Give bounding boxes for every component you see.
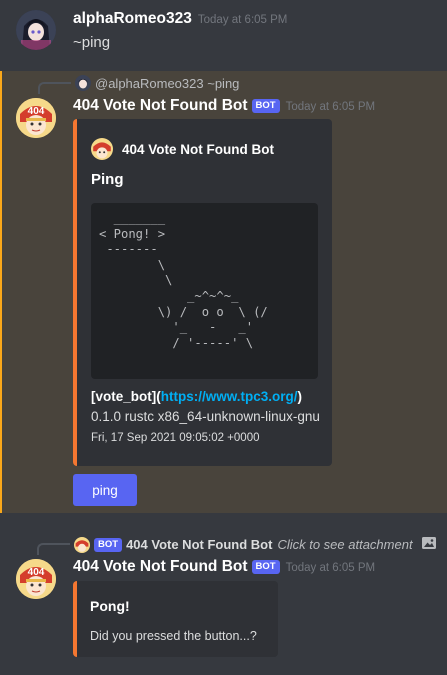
- embed-footer: Fri, 17 Sep 2021 09:05:02 +0000: [91, 432, 260, 444]
- embed-pong: Pong! Did you pressed the button...?: [73, 581, 278, 657]
- reply-author: @alphaRomeo323: [95, 75, 204, 91]
- ping-button[interactable]: ping: [73, 474, 137, 506]
- code-block: _______ < Pong! > ------- \ \ _~^~^~_ \)…: [91, 203, 318, 379]
- message-header: 404 Vote Not Found Bot BOT Today at 6:05 P…: [73, 558, 375, 576]
- username[interactable]: alphaRomeo323: [73, 10, 192, 27]
- reply-reference[interactable]: BOT 404 Vote Not Found Bot Click to see …: [74, 536, 437, 553]
- bot-badge: BOT: [251, 99, 280, 113]
- bot-avatar[interactable]: 404: [16, 559, 56, 599]
- embed-title: Ping: [91, 171, 124, 188]
- bot-badge: BOT: [251, 560, 280, 574]
- ascii-art: _______ < Pong! > ------- \ \ _~^~^~_ \)…: [99, 211, 268, 350]
- message-bot-pong: BOT 404 Vote Not Found Bot Click to see …: [0, 513, 447, 675]
- embed-description: Did you pressed the button...?: [90, 629, 257, 643]
- timestamp: Today at 6:05 PM: [285, 101, 376, 113]
- reply-text: Click to see attachment: [277, 537, 413, 552]
- embed-author-avatar: [91, 138, 113, 160]
- bot-badge: BOT: [94, 537, 123, 552]
- embed-ping: 404 Vote Not Found Bot Ping _______ < Po…: [73, 119, 332, 466]
- embed-link[interactable]: https://www.tpc3.org/: [161, 389, 298, 404]
- embed-author-name: 404 Vote Not Found Bot: [122, 141, 274, 157]
- user-avatar[interactable]: [16, 10, 56, 50]
- message-bot-ping: @alphaRomeo323 ~ping 404 404 Vote Not Fo…: [0, 71, 447, 513]
- reply-connector: [37, 543, 70, 555]
- username[interactable]: 404 Vote Not Found Bot: [73, 97, 248, 114]
- reply-text: ~ping: [207, 75, 240, 91]
- desc-prefix: [vote_bot](: [91, 389, 161, 404]
- reply-author: 404 Vote Not Found Bot: [126, 537, 273, 552]
- reply-reference[interactable]: @alphaRomeo323 ~ping: [75, 75, 239, 91]
- embed-description: [vote_bot](https://www.tpc3.org/) 0.1.0 …: [91, 387, 331, 427]
- embed-title: Pong!: [90, 598, 130, 614]
- message-header: 404 Vote Not Found Bot BOT Today at 6:05 P…: [73, 97, 375, 115]
- version-text: 0.1.0 rustc x86_64-unknown-linux-gnu: [91, 409, 320, 424]
- message-user: alphaRomeo323 Today at 6:05 PM ~ping: [0, 0, 447, 68]
- bot-avatar[interactable]: 404: [16, 98, 56, 138]
- image-icon: [421, 536, 437, 553]
- timestamp: Today at 6:05 PM: [197, 14, 288, 26]
- embed-author: 404 Vote Not Found Bot: [91, 138, 274, 160]
- reply-avatar: [74, 536, 90, 553]
- message-header: alphaRomeo323 Today at 6:05 PM: [73, 10, 287, 28]
- timestamp: Today at 6:05 PM: [285, 562, 376, 574]
- username[interactable]: 404 Vote Not Found Bot: [73, 558, 248, 575]
- reply-connector: [38, 82, 71, 94]
- message-content: ~ping: [73, 34, 111, 51]
- desc-suffix: ): [297, 389, 303, 404]
- reply-avatar: [75, 75, 91, 91]
